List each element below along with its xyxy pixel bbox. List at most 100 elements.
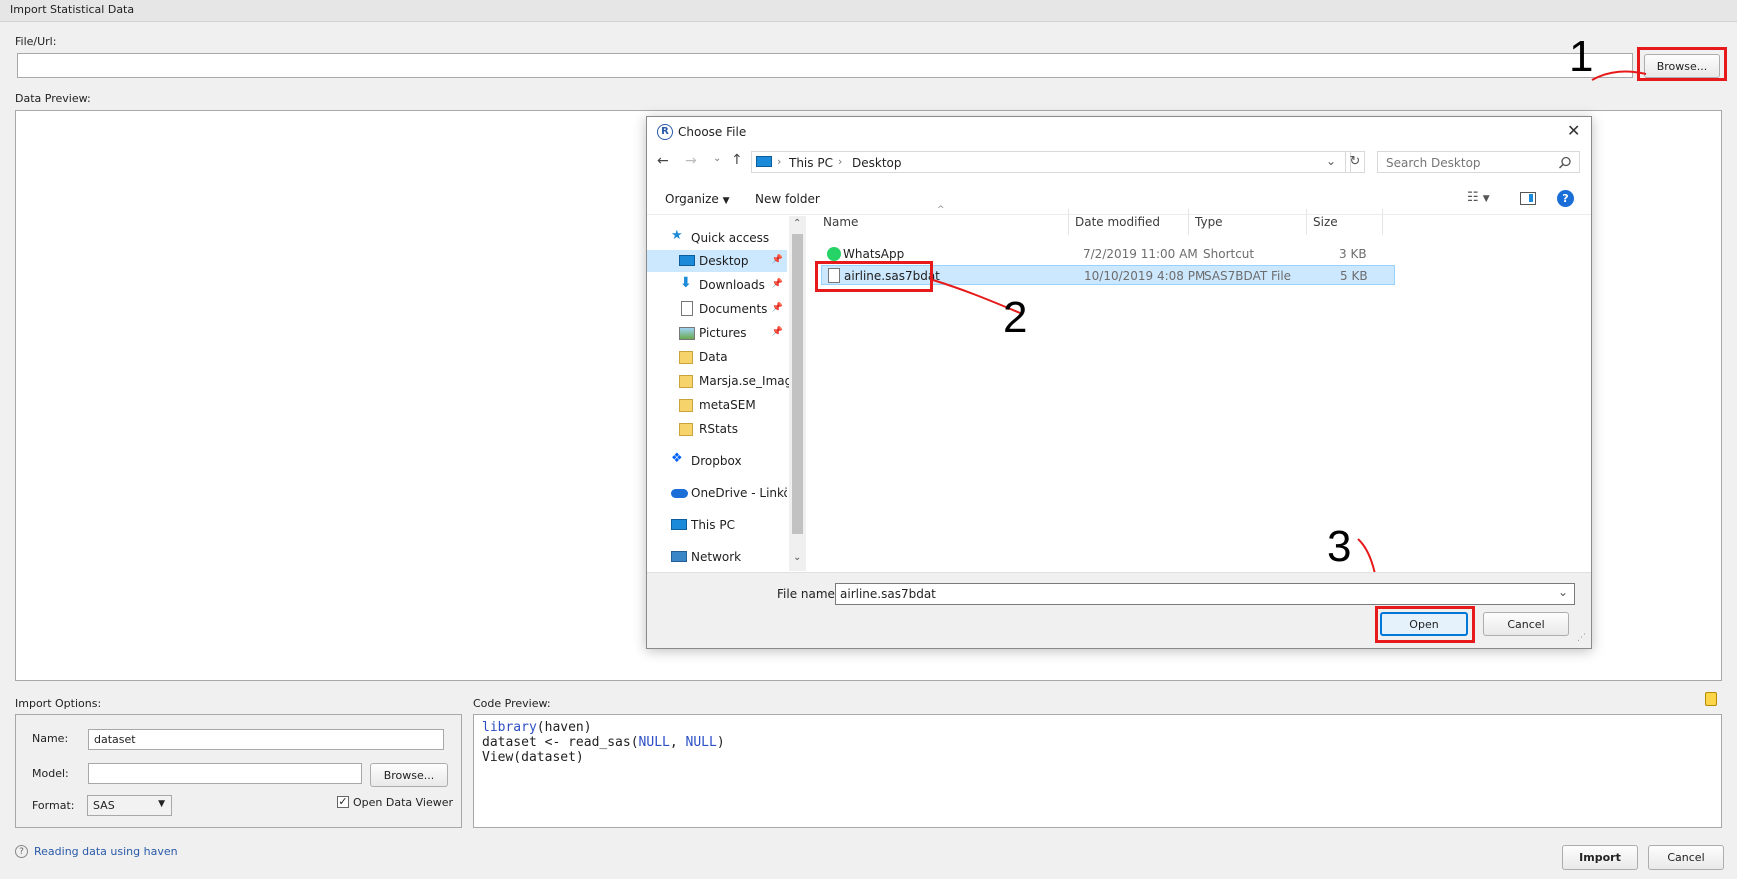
annotation-number-3: 3 — [1327, 522, 1352, 571]
file-url-label: File/Url: — [15, 35, 57, 48]
nav-item-marsja[interactable]: Marsja.se_Image — [647, 370, 800, 392]
cancel-button[interactable]: Cancel — [1648, 845, 1724, 870]
search-placeholder: Search Desktop — [1386, 156, 1481, 170]
annotation-arrow-1 — [1591, 70, 1647, 81]
scroll-up-icon[interactable]: ⌃ — [793, 218, 801, 229]
address-chevron-down-icon[interactable]: ⌄ — [1326, 154, 1336, 168]
dialog-cancel-button[interactable]: Cancel — [1483, 612, 1569, 636]
folder-icon — [679, 375, 693, 388]
rstudio-icon: R — [657, 124, 673, 140]
nav-item-pictures[interactable]: Pictures 📌 — [647, 322, 787, 344]
reading-data-help-link[interactable]: Reading data using haven — [34, 845, 178, 858]
nav-item-quick-access[interactable]: ★ Quick access — [647, 227, 787, 249]
dialog-footer: File name: airline.sas7bdat ⌄ Open Cance… — [647, 572, 1591, 648]
code-line-2: dataset <- read_sas(NULL, NULL) — [482, 735, 725, 750]
nav-item-documents[interactable]: Documents 📌 — [647, 298, 787, 320]
back-arrow-icon[interactable]: ← — [657, 153, 669, 169]
file-name-input[interactable]: airline.sas7bdat ⌄ — [835, 583, 1575, 605]
help-question-icon: ? — [15, 845, 28, 858]
column-type[interactable]: Type — [1189, 209, 1307, 235]
help-icon[interactable]: ? — [1557, 190, 1574, 207]
folder-icon — [679, 351, 693, 364]
import-button[interactable]: Import — [1562, 845, 1638, 870]
nav-item-this-pc[interactable]: This PC — [647, 514, 787, 536]
file-name-chevron-down-icon[interactable]: ⌄ — [1558, 585, 1568, 599]
format-dropdown-arrow-icon: ▼ — [158, 799, 165, 809]
pin-icon: 📌 — [771, 303, 783, 313]
model-input[interactable] — [88, 763, 362, 784]
nav-item-downloads[interactable]: ⬇ Downloads 📌 — [647, 274, 787, 296]
nav-item-desktop[interactable]: Desktop 📌 — [647, 250, 787, 272]
format-label: Format: — [32, 799, 75, 812]
pictures-icon — [679, 327, 695, 340]
clipboard-icon[interactable] — [1705, 692, 1717, 706]
resize-grip-icon[interactable]: ⋰ — [1577, 633, 1586, 643]
file-url-input[interactable] — [17, 53, 1633, 78]
open-data-viewer-checkbox[interactable]: ✓ — [337, 796, 349, 808]
forward-arrow-icon[interactable]: → — [685, 153, 697, 169]
file-name-label: File name: — [777, 587, 839, 601]
model-browse-button[interactable]: Browse... — [370, 763, 448, 787]
annotation-box-2 — [815, 261, 933, 292]
download-icon: ⬇ — [680, 275, 692, 291]
window-title: Import Statistical Data — [10, 3, 135, 16]
document-icon — [681, 301, 693, 316]
folder-icon — [679, 423, 693, 436]
nav-item-data[interactable]: Data — [647, 346, 787, 368]
computer-icon — [756, 156, 772, 167]
data-preview-label: Data Preview: — [15, 92, 91, 105]
name-input[interactable]: dataset — [88, 729, 444, 750]
nav-scrollbar[interactable]: ⌃ ⌄ — [789, 216, 806, 571]
search-icon — [1558, 156, 1571, 169]
computer-icon — [671, 519, 687, 530]
desktop-icon — [679, 255, 695, 266]
file-list-header: Name ^ Date modified Type Size — [817, 205, 1397, 235]
onedrive-icon — [671, 489, 688, 498]
pin-icon: 📌 — [771, 279, 783, 289]
name-label: Name: — [32, 732, 69, 745]
dropbox-icon: ❖ — [671, 451, 683, 466]
annotation-box-1 — [1637, 47, 1727, 81]
scroll-down-icon[interactable]: ⌄ — [793, 552, 801, 563]
code-line-1: library(haven) — [482, 720, 592, 735]
organize-menu[interactable]: Organize ▼ — [665, 192, 730, 206]
nav-item-network[interactable]: Network — [647, 546, 787, 568]
refresh-icon[interactable]: ↻ — [1345, 151, 1365, 173]
up-arrow-icon[interactable]: ↑ — [731, 152, 743, 168]
recent-chevron-down-icon[interactable]: ⌄ — [713, 153, 721, 164]
column-date-modified[interactable]: Date modified — [1069, 209, 1189, 235]
whatsapp-icon — [827, 247, 841, 261]
import-options-label: Import Options: — [15, 697, 102, 710]
import-options-panel: Name: dataset Model: Browse... Format: S… — [15, 714, 462, 828]
nav-item-dropbox[interactable]: ❖ Dropbox — [647, 450, 787, 472]
code-preview-panel[interactable]: library(haven) dataset <- read_sas(NULL,… — [473, 714, 1722, 828]
preview-pane-icon[interactable] — [1520, 192, 1536, 205]
network-icon — [671, 551, 687, 562]
breadcrumb-separator-icon: › — [838, 155, 843, 168]
sort-chevron-up-icon: ^ — [937, 205, 945, 215]
close-icon[interactable]: ✕ — [1567, 121, 1580, 140]
address-bar[interactable]: › This PC › Desktop ⌄ — [751, 151, 1351, 173]
nav-item-onedrive[interactable]: OneDrive - Linköp — [647, 482, 787, 504]
column-size[interactable]: Size — [1307, 209, 1383, 235]
nav-item-rstats[interactable]: RStats — [647, 418, 787, 440]
breadcrumb-this-pc[interactable]: This PC — [789, 156, 833, 170]
new-folder-button[interactable]: New folder — [755, 192, 820, 206]
code-line-3: View(dataset) — [482, 750, 584, 765]
breadcrumb-desktop[interactable]: Desktop — [852, 156, 902, 170]
search-box[interactable]: Search Desktop — [1377, 151, 1580, 173]
choose-file-dialog: R Choose File ✕ ← → ⌄ ↑ › This PC › Desk… — [646, 116, 1592, 649]
open-data-viewer-label: Open Data Viewer — [353, 796, 454, 809]
breadcrumb-separator-icon: › — [777, 155, 782, 168]
navigation-pane: ★ Quick access Desktop 📌 ⬇ Downloads 📌 D… — [647, 216, 807, 571]
window-title-bar: Import Statistical Data — [0, 0, 1737, 22]
pin-icon: 📌 — [771, 255, 783, 265]
folder-icon — [679, 399, 693, 412]
column-name[interactable]: Name ^ — [817, 205, 1069, 235]
format-select[interactable]: SAS ▼ — [87, 795, 172, 816]
model-label: Model: — [32, 767, 69, 780]
nav-scrollbar-thumb[interactable] — [792, 234, 803, 534]
nav-item-metasem[interactable]: metaSEM — [647, 394, 787, 416]
dialog-title: Choose File — [678, 125, 747, 139]
view-options-icon[interactable]: ☷ ▼ — [1467, 190, 1490, 205]
